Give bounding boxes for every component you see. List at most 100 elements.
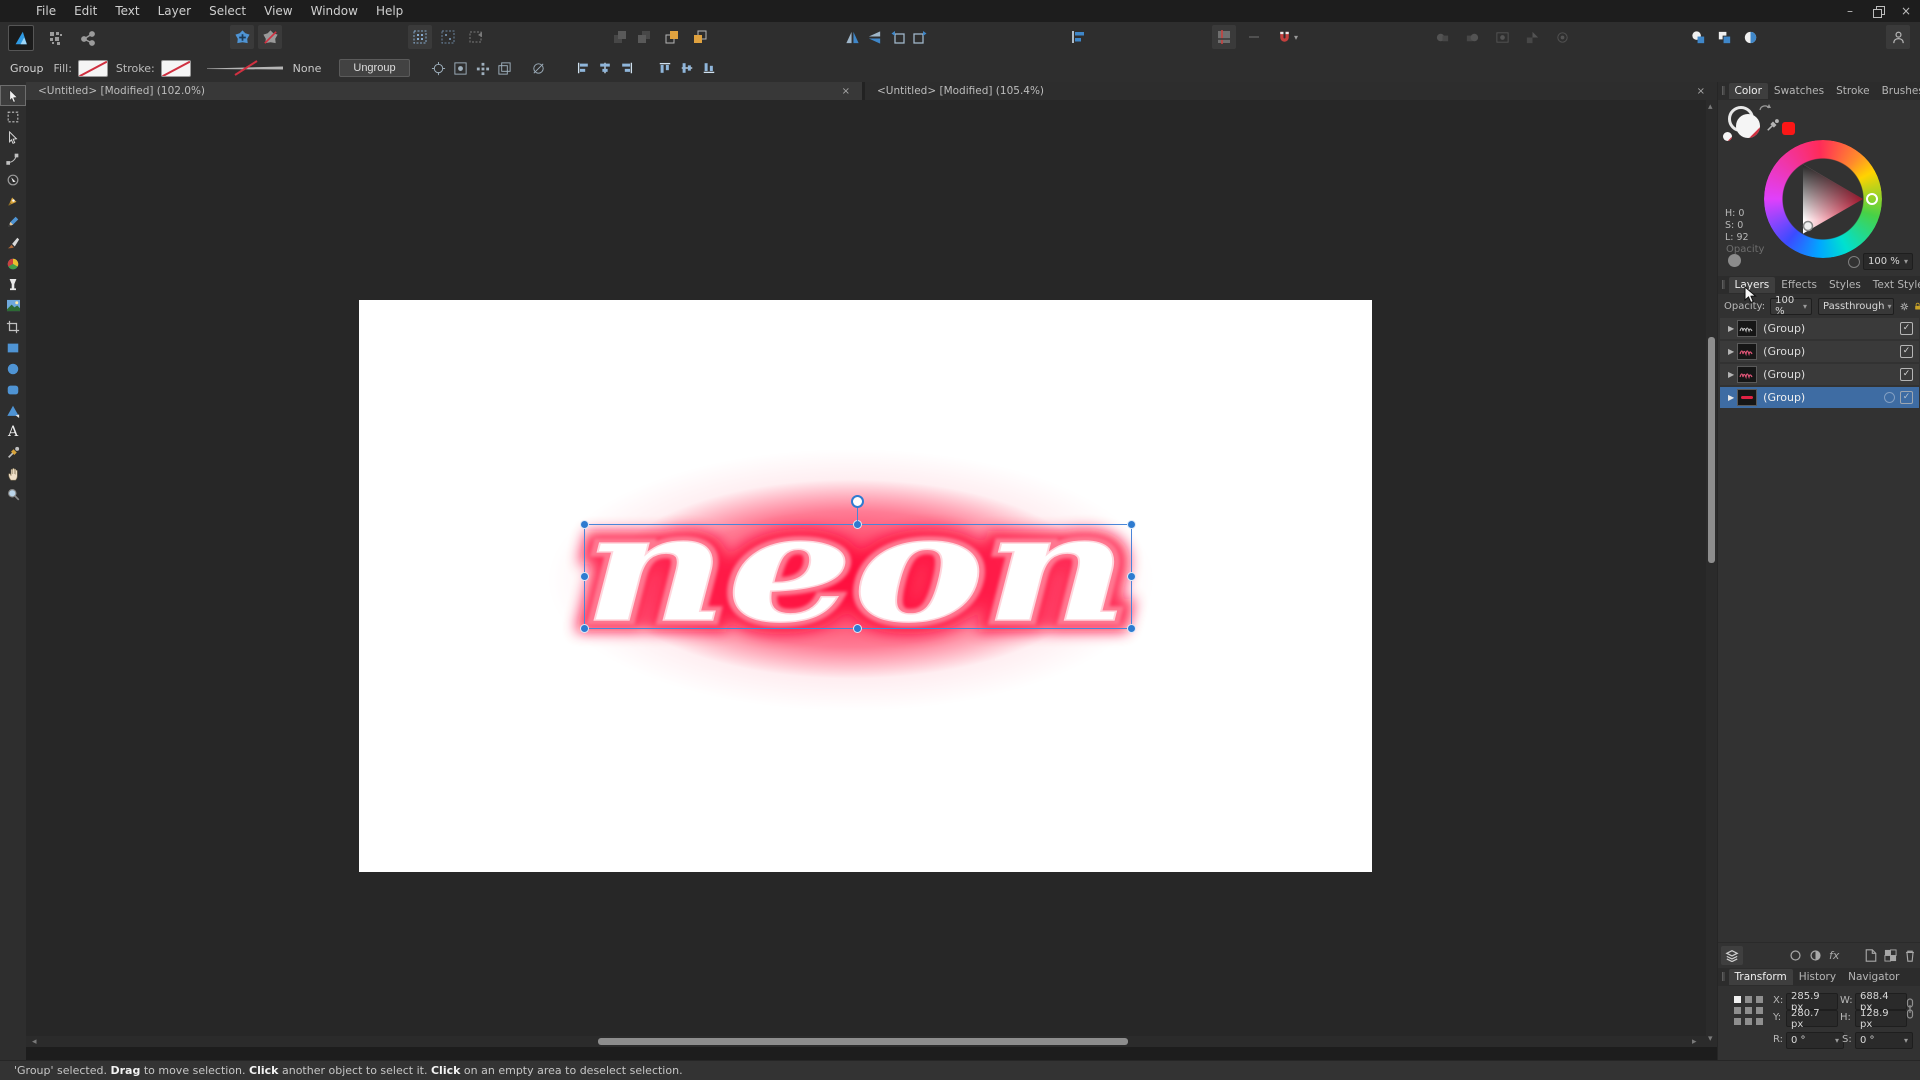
tab-history[interactable]: History [1793, 969, 1842, 985]
swap-colors-icon[interactable] [1758, 102, 1772, 114]
lock-icon[interactable] [1914, 300, 1920, 313]
hand-tool[interactable] [0, 463, 26, 484]
pen-tool[interactable] [0, 190, 26, 211]
layer-row-1[interactable]: ▶ (Group) ✓ [1720, 318, 1919, 339]
tab-text-styles[interactable]: Text Styles [1867, 277, 1920, 293]
transform-origin-icon[interactable] [428, 58, 450, 78]
selection-handle-se[interactable] [1128, 625, 1135, 632]
boolean-subtract-icon[interactable] [1712, 25, 1736, 49]
node-tool[interactable] [0, 127, 26, 148]
snap-nodes-icon[interactable] [472, 58, 494, 78]
transparency-tool[interactable] [0, 274, 26, 295]
document-tab-1[interactable]: <Untitled> [Modified] (102.0%) × [26, 82, 862, 100]
vertical-scrollbar-thumb[interactable] [1708, 337, 1715, 563]
color-picker-icon[interactable] [1766, 118, 1780, 132]
flip-vertical-icon[interactable] [862, 25, 886, 49]
ellipse-tool[interactable] [0, 358, 26, 379]
transform-bounds-icon[interactable] [464, 25, 488, 49]
selection-handle-n[interactable] [854, 521, 861, 528]
sl-selector[interactable] [1804, 222, 1813, 231]
minimize-icon[interactable]: – [1836, 0, 1864, 22]
h-field[interactable]: 128.9 px [1855, 1010, 1907, 1027]
menu-text[interactable]: Text [106, 0, 148, 22]
align-left-icon[interactable] [572, 58, 594, 78]
text-tool[interactable]: A [0, 421, 26, 442]
adjustment-icon[interactable] [1809, 949, 1822, 962]
expand-icon[interactable]: ▶ [1720, 370, 1734, 379]
stroke-style-value[interactable]: None [293, 62, 322, 75]
tab-styles[interactable]: Styles [1823, 277, 1867, 293]
layer-row-3[interactable]: ▶ (Group) ✓ [1720, 364, 1919, 385]
insert-on-top-icon[interactable] [1520, 25, 1544, 49]
tab-transform[interactable]: Transform [1729, 969, 1793, 985]
reset-rotation-icon[interactable] [528, 58, 550, 78]
scroll-up-icon[interactable]: ▴ [1708, 102, 1713, 112]
opacity-slider-knob[interactable] [1728, 254, 1741, 267]
move-backward-icon[interactable] [688, 25, 712, 49]
cycle-selection-box-icon[interactable] [450, 58, 472, 78]
layers-opacity-dropdown[interactable]: 100 %▾ [1770, 298, 1812, 315]
person-icon[interactable] [1886, 25, 1910, 49]
tab-swatches[interactable]: Swatches [1768, 83, 1830, 99]
trash-icon[interactable] [1904, 949, 1916, 962]
rectangle-tool[interactable] [0, 337, 26, 358]
expand-icon[interactable]: ▶ [1720, 347, 1734, 356]
panel-grip-icon[interactable]: ‖ [1718, 280, 1729, 290]
transform-separately-icon[interactable] [494, 58, 516, 78]
export-persona-icon[interactable] [76, 26, 100, 50]
place-image-tool[interactable] [0, 295, 26, 316]
layer-row-4-selected[interactable]: ▶ (Group) ✓ [1720, 387, 1919, 408]
canvas-area[interactable]: neon neon neon ◂ ▸ [26, 100, 1706, 1047]
scroll-left-icon[interactable]: ◂ [32, 1037, 37, 1047]
rounded-rectangle-tool[interactable] [0, 379, 26, 400]
zoom-tool[interactable] [0, 484, 26, 505]
pencil-tool[interactable] [0, 211, 26, 232]
ungroup-button[interactable]: Ungroup [339, 59, 409, 77]
restore-icon[interactable] [1864, 0, 1892, 22]
document-tab-2[interactable]: <Untitled> [Modified] (105.4%) × [865, 82, 1717, 100]
no-color-icon[interactable] [1723, 132, 1732, 141]
new-shape-style-icon[interactable] [230, 25, 254, 49]
rotation-dropdown[interactable]: 0 °▾ [1786, 1032, 1844, 1049]
guides-icon[interactable] [1212, 25, 1236, 49]
tab-color[interactable]: Color [1729, 83, 1768, 99]
menu-view[interactable]: View [255, 0, 301, 22]
rotate-anticlockwise-icon[interactable] [886, 25, 910, 49]
move-tool[interactable] [0, 85, 26, 106]
select-same-icon[interactable] [1550, 25, 1574, 49]
horizontal-scrollbar-thumb[interactable] [598, 1038, 1128, 1045]
selection-handle-s[interactable] [854, 625, 861, 632]
vector-brush-tool[interactable] [0, 232, 26, 253]
flip-horizontal-icon[interactable] [840, 25, 864, 49]
tab-close-icon[interactable]: × [838, 86, 854, 97]
stroke-swatch[interactable] [161, 60, 191, 77]
boolean-intersect-icon[interactable] [1738, 25, 1762, 49]
layer-thumbnail[interactable] [1737, 343, 1757, 360]
tab-close-icon[interactable]: × [1693, 86, 1709, 97]
tab-stroke[interactable]: Stroke [1830, 83, 1875, 99]
shear-dropdown[interactable]: 0 °▾ [1855, 1032, 1913, 1049]
blend-mode-dropdown[interactable]: Passthrough▾ [1818, 298, 1894, 315]
snap-grid-icon[interactable] [436, 25, 460, 49]
color-wheel[interactable] [1764, 140, 1882, 258]
picked-color-swatch[interactable] [1782, 122, 1795, 135]
opacity-value-field[interactable]: 100 %▾ [1863, 253, 1913, 270]
horizontal-scrollbar[interactable]: ◂ ▸ [26, 1036, 1706, 1047]
layer-name[interactable]: (Group) [1763, 345, 1805, 358]
tab-navigator[interactable]: Navigator [1842, 969, 1905, 985]
layer-name[interactable]: (Group) [1763, 322, 1805, 335]
rotate-clockwise-icon[interactable] [908, 25, 932, 49]
menu-window[interactable]: Window [302, 0, 367, 22]
fill-color-well[interactable] [1736, 114, 1760, 138]
layer-visibility-checkbox[interactable]: ✓ [1900, 322, 1913, 335]
add-pixel-layer-icon[interactable] [1884, 949, 1897, 962]
menu-select[interactable]: Select [200, 0, 255, 22]
align-right-icon[interactable] [616, 58, 638, 78]
expand-icon[interactable]: ▶ [1720, 324, 1734, 333]
y-field[interactable]: 280.7 px [1786, 1010, 1838, 1027]
add-layer-icon[interactable] [1865, 949, 1877, 962]
clear-shape-style-icon[interactable] [258, 25, 282, 49]
alignment-icon[interactable] [1066, 25, 1090, 49]
mask-layer-icon[interactable] [1789, 949, 1802, 962]
align-top-icon[interactable] [654, 58, 676, 78]
